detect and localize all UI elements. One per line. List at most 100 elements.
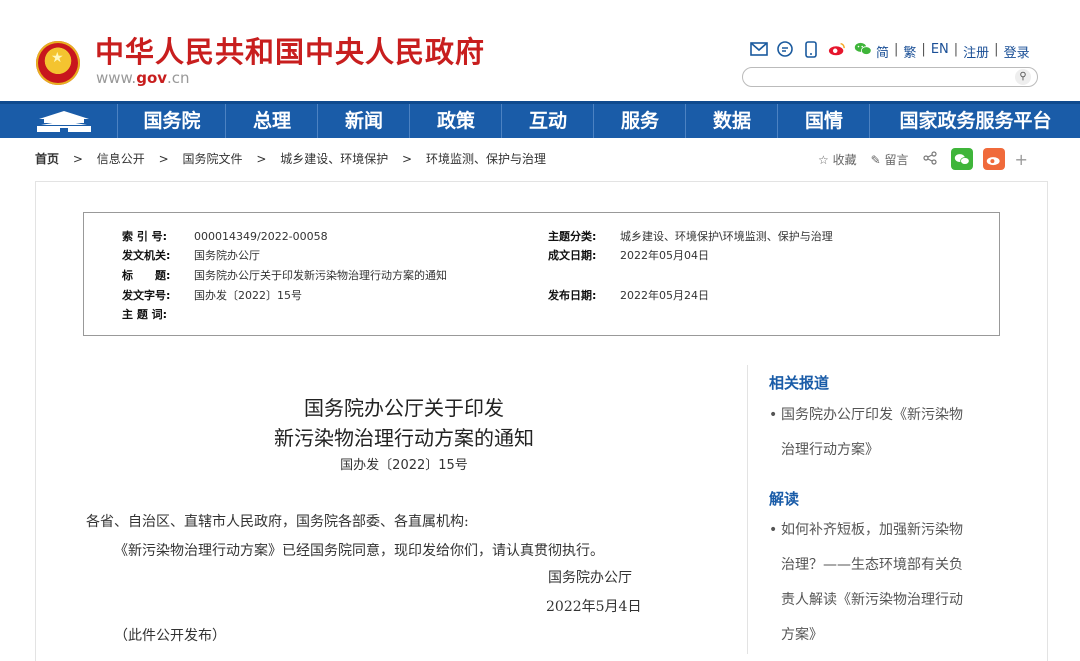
- search-input[interactable]: [753, 70, 1007, 88]
- info-value: 000014349/2022-00058: [194, 230, 328, 243]
- document-info-table: 索 引 号: 000014349/2022-00058 发文机关: 国务院办公厅 标…: [83, 212, 1000, 336]
- interpretation-line: 如何补齐短板，加强新污染物: [781, 522, 963, 538]
- email-icon[interactable]: [750, 40, 768, 58]
- related-reports-heading: 相关报道: [769, 374, 830, 392]
- message-icon[interactable]: [776, 40, 794, 58]
- info-label: 主 题 词:: [122, 308, 168, 321]
- breadcrumb-separator: >: [402, 152, 413, 166]
- lang-simplified-link[interactable]: 简: [876, 42, 889, 61]
- wechat-share-icon[interactable]: [950, 148, 973, 170]
- lang-traditional-link[interactable]: 繁: [903, 42, 916, 61]
- site-url[interactable]: www.gov.cn: [96, 69, 190, 87]
- wechat-icon[interactable]: [854, 40, 872, 58]
- info-value: 国务院办公厅关于印发新污染物治理行动方案的通知: [194, 269, 447, 282]
- info-keywords: 主 题 词:: [122, 306, 194, 322]
- document-title-line-1: 国务院办公厅关于印发: [304, 396, 504, 420]
- language-links: 简 | 繁 | EN | 注册 | 登录: [876, 42, 1030, 61]
- divider: |: [994, 42, 999, 57]
- info-doc-number: 发文字号: 国办发〔2022〕15号: [122, 287, 302, 303]
- info-value: 国务院办公厅: [194, 249, 260, 262]
- url-brand: gov: [136, 69, 168, 87]
- search-box: ⚲: [742, 67, 1038, 88]
- mobile-icon[interactable]: [802, 40, 820, 58]
- breadcrumb-separator: >: [72, 152, 83, 166]
- pencil-icon: ✎: [870, 152, 881, 167]
- info-label: 发文机关:: [122, 249, 171, 262]
- nav-item-services[interactable]: 服务: [593, 104, 686, 138]
- related-report-link[interactable]: • 国务院办公厅印发《新污染物 治理行动方案》: [769, 398, 963, 468]
- interpretation-line: 方案》: [781, 627, 823, 643]
- breadcrumb-separator: >: [256, 152, 267, 166]
- info-value: 城乡建设、环境保护\环境监测、保护与治理: [620, 230, 833, 243]
- nav-item-service-platform[interactable]: 国家政务服务平台: [869, 104, 1080, 138]
- info-label: 主题分类:: [548, 230, 597, 243]
- document-signer: 国务院办公厅: [548, 570, 632, 586]
- interpretation-link[interactable]: • 如何补齐短板，加强新污染物 治理？——生态环境部有关负 责人解读《新污染物治理…: [769, 513, 963, 653]
- document-date: 2022年5月4日: [546, 599, 642, 615]
- info-date-published: 发布日期: 2022年05月24日: [548, 287, 709, 303]
- favorite-button[interactable]: ☆ 收藏: [818, 151, 857, 168]
- comment-label: 留言: [884, 152, 909, 167]
- nav-item-premier[interactable]: 总理: [225, 104, 318, 138]
- document-title-line-2: 新污染物治理行动方案的通知: [274, 426, 534, 450]
- search-icon[interactable]: ⚲: [1015, 69, 1031, 85]
- info-value: 2022年05月04日: [620, 249, 709, 262]
- nav-item-news[interactable]: 新闻: [317, 104, 410, 138]
- document-note: （此件公开发布）: [114, 628, 226, 644]
- breadcrumb-monitoring[interactable]: 环境监测、保护与治理: [426, 152, 546, 166]
- nav-item-data[interactable]: 数据: [685, 104, 778, 138]
- interpretation-line: 责人解读《新污染物治理行动: [781, 592, 963, 608]
- breadcrumb-urban-environment[interactable]: 城乡建设、环境保护: [280, 152, 388, 166]
- info-label: 成文日期:: [548, 249, 597, 262]
- bullet: •: [769, 407, 778, 423]
- info-label: 标 题:: [122, 269, 171, 282]
- info-date-written: 成文日期: 2022年05月04日: [548, 247, 709, 263]
- document-number: 国办发〔2022〕15号: [340, 458, 468, 473]
- nav-item-interaction[interactable]: 互动: [501, 104, 594, 138]
- main-nav: 国务院 总理 新闻 政策 互动 服务 数据 国情 国家政务服务平台: [0, 101, 1080, 138]
- info-label: 发布日期:: [548, 289, 597, 302]
- share-icon[interactable]: [922, 150, 937, 168]
- divider: |: [953, 42, 959, 57]
- info-title: 标 题: 国务院办公厅关于印发新污染物治理行动方案的通知: [122, 267, 447, 283]
- breadcrumb: 首页 > 信息公开 > 国务院文件 > 城乡建设、环境保护 > 环境监测、保护与…: [35, 150, 556, 167]
- url-suffix: .cn: [167, 69, 190, 87]
- more-share-button[interactable]: +: [1015, 150, 1028, 169]
- page-actions: ☆ 收藏 ✎ 留言 +: [818, 148, 1028, 170]
- divider: |: [921, 42, 926, 57]
- interpretation-line: 治理？——生态环境部有关负: [781, 557, 963, 573]
- site-header: ★ 中华人民共和国中央人民政府 www.gov.cn 简 | 繁 | EN | …: [0, 0, 1080, 101]
- breadcrumb-home[interactable]: 首页: [35, 152, 59, 166]
- nav-item-national-info[interactable]: 国情: [777, 104, 870, 138]
- tiananmen-icon[interactable]: [35, 109, 93, 135]
- info-issuer: 发文机关: 国务院办公厅: [122, 247, 260, 263]
- related-report-line: 治理行动方案》: [781, 442, 879, 458]
- weibo-icon[interactable]: [828, 40, 846, 58]
- info-value: 国办发〔2022〕15号: [194, 289, 302, 302]
- info-label: 索 引 号:: [122, 230, 168, 243]
- top-icons: [750, 40, 872, 58]
- info-category: 主题分类: 城乡建设、环境保护\环境监测、保护与治理: [548, 228, 833, 244]
- interpretation-heading: 解读: [769, 490, 800, 508]
- comment-button[interactable]: ✎ 留言: [871, 151, 909, 168]
- info-index: 索 引 号: 000014349/2022-00058: [122, 228, 328, 244]
- info-value: 2022年05月24日: [620, 289, 709, 302]
- url-prefix: www.: [96, 69, 137, 87]
- site-title[interactable]: 中华人民共和国中央人民政府: [95, 36, 485, 68]
- breadcrumb-state-council-docs[interactable]: 国务院文件: [182, 152, 242, 166]
- login-link[interactable]: 登录: [1004, 42, 1030, 61]
- nav-item-state-council[interactable]: 国务院: [117, 104, 226, 138]
- document-paragraph: 《新污染物治理行动方案》已经国务院同意，现印发给你们，请认真贯彻执行。: [114, 543, 604, 559]
- national-emblem-logo[interactable]: ★: [36, 41, 80, 85]
- breadcrumb-info-public[interactable]: 信息公开: [97, 152, 145, 166]
- lang-english-link[interactable]: EN: [931, 42, 949, 61]
- star-icon: ☆: [818, 152, 829, 167]
- bullet: •: [769, 522, 778, 538]
- sidebar-divider: [747, 365, 748, 654]
- register-link[interactable]: 注册: [963, 42, 989, 61]
- weibo-share-icon[interactable]: [982, 148, 1005, 170]
- nav-item-policy[interactable]: 政策: [409, 104, 502, 138]
- divider: |: [894, 42, 899, 57]
- favorite-label: 收藏: [832, 152, 857, 167]
- document-salutation: 各省、自治区、直辖市人民政府，国务院各部委、各直属机构:: [86, 514, 469, 530]
